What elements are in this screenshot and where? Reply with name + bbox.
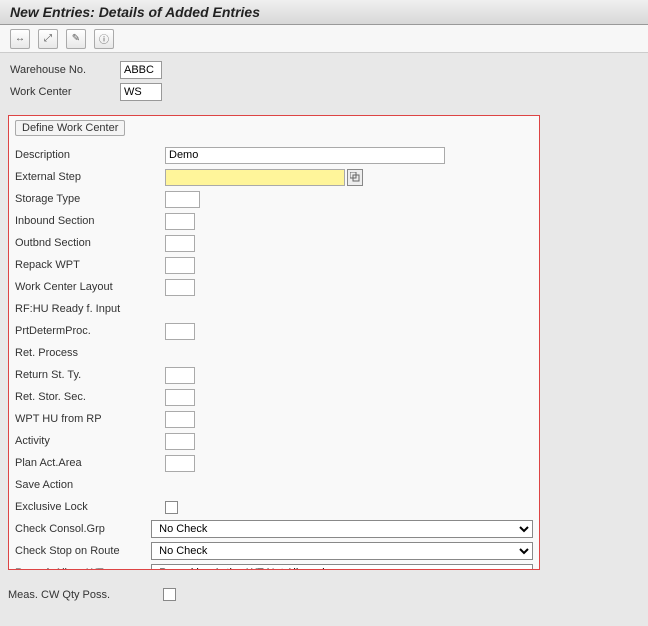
plan-act-area-input[interactable] bbox=[165, 455, 195, 472]
outbnd-section-input[interactable] bbox=[165, 235, 195, 252]
wpt-hu-from-rp-label: WPT HU from RP bbox=[15, 413, 165, 425]
external-step-label: External Step bbox=[15, 171, 165, 183]
description-input[interactable] bbox=[165, 147, 445, 164]
ret-stor-sec-label: Ret. Stor. Sec. bbox=[15, 391, 165, 403]
repack-wpt-input[interactable] bbox=[165, 257, 195, 274]
wc-layout-label: Work Center Layout bbox=[15, 281, 165, 293]
inbound-section-label: Inbound Section bbox=[15, 215, 165, 227]
prtdetermproc-input[interactable] bbox=[165, 323, 195, 340]
exclusive-lock-checkbox[interactable] bbox=[165, 501, 178, 514]
meas-cw-qty-checkbox[interactable] bbox=[163, 588, 176, 601]
toolbar-info-button[interactable]: ⓘ bbox=[94, 29, 114, 49]
external-step-input[interactable] bbox=[165, 169, 345, 186]
repack-allow-label: Repack Allow. WTs bbox=[15, 567, 151, 570]
ret-stor-sec-input[interactable] bbox=[165, 389, 195, 406]
repack-allow-select[interactable]: Repacking Active WT Not Allowed bbox=[151, 564, 533, 570]
repack-wpt-label: Repack WPT bbox=[15, 259, 165, 271]
prtdetermproc-label: PrtDetermProc. bbox=[15, 325, 165, 337]
page-title: New Entries: Details of Added Entries bbox=[0, 0, 648, 25]
header-fields: Warehouse No. Work Center bbox=[0, 53, 648, 109]
return-st-ty-input[interactable] bbox=[165, 367, 195, 384]
inbound-section-input[interactable] bbox=[165, 213, 195, 230]
ret-process-label: Ret. Process bbox=[15, 347, 165, 359]
toolbar-toggle-button[interactable]: ↔ bbox=[10, 29, 30, 49]
search-help-icon[interactable] bbox=[347, 169, 363, 186]
toolbar-delimit-button[interactable]: ✎ bbox=[66, 29, 86, 49]
define-work-center-frame: Define Work Center Description External … bbox=[8, 115, 540, 570]
frame-title: Define Work Center bbox=[15, 120, 125, 136]
outbnd-section-label: Outbnd Section bbox=[15, 237, 165, 249]
storage-type-label: Storage Type bbox=[15, 193, 165, 205]
toolbar-expand-button[interactable]: ⤢ bbox=[38, 29, 58, 49]
storage-type-input[interactable] bbox=[165, 191, 200, 208]
check-stop-route-label: Check Stop on Route bbox=[15, 545, 151, 557]
description-label: Description bbox=[15, 149, 165, 161]
rfhu-ready-label: RF:HU Ready f. Input bbox=[15, 303, 165, 315]
exclusive-lock-label: Exclusive Lock bbox=[15, 501, 165, 513]
warehouse-input[interactable] bbox=[120, 61, 162, 79]
activity-label: Activity bbox=[15, 435, 165, 447]
save-action-label: Save Action bbox=[15, 479, 165, 491]
check-consol-grp-label: Check Consol.Grp bbox=[15, 523, 151, 535]
wpt-hu-from-rp-input[interactable] bbox=[165, 411, 195, 428]
plan-act-area-label: Plan Act.Area bbox=[15, 457, 165, 469]
toolbar: ↔ ⤢ ✎ ⓘ bbox=[0, 25, 648, 53]
activity-input[interactable] bbox=[165, 433, 195, 450]
meas-cw-qty-label: Meas. CW Qty Poss. bbox=[8, 589, 163, 601]
check-consol-grp-select[interactable]: No Check bbox=[151, 520, 533, 538]
workcenter-input[interactable] bbox=[120, 83, 162, 101]
wc-layout-input[interactable] bbox=[165, 279, 195, 296]
warehouse-label: Warehouse No. bbox=[10, 64, 120, 76]
return-st-ty-label: Return St. Ty. bbox=[15, 369, 165, 381]
check-stop-route-select[interactable]: No Check bbox=[151, 542, 533, 560]
workcenter-label: Work Center bbox=[10, 86, 120, 98]
